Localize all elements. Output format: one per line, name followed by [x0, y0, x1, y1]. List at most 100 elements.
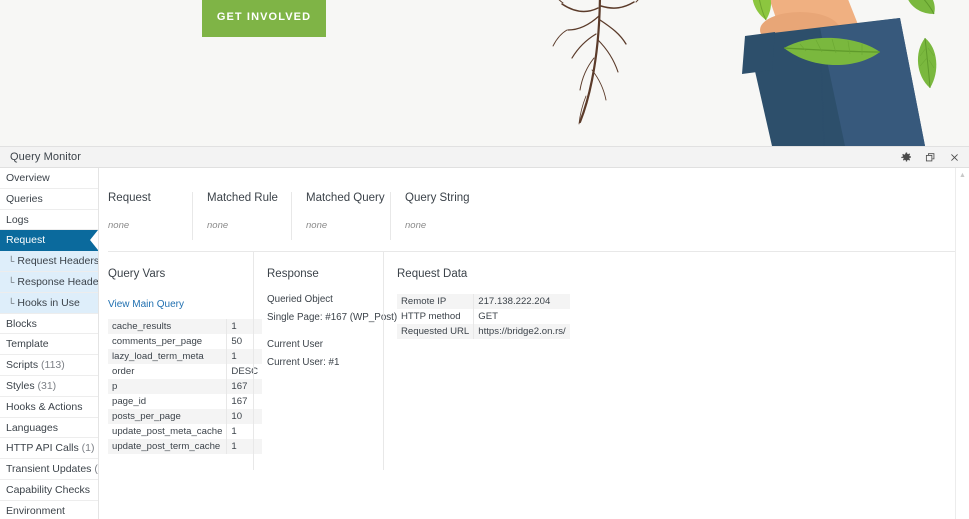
- table-cell-key: order: [108, 364, 228, 379]
- table-cell-key: cache_results: [108, 319, 228, 334]
- sidebar-item-blocks[interactable]: Blocks: [0, 314, 98, 335]
- table-row: Remote IP 217.138.222.204: [397, 294, 570, 309]
- illustration-hand-planting-seedling: [0, 0, 969, 146]
- summary-card-value: none: [306, 220, 328, 231]
- table-row: Requested URL https://bridge2.on.rs/: [397, 324, 570, 339]
- sidebar-item-http-api-calls[interactable]: HTTP API Calls (1): [0, 438, 98, 460]
- table-cell-key: update_post_meta_cache: [108, 424, 228, 439]
- summary-card: Query String none: [405, 192, 489, 240]
- sidebar-item-count: (1): [94, 463, 98, 476]
- summary-card: Matched Query none: [306, 192, 391, 240]
- sidebar-item-label: Styles: [6, 379, 35, 392]
- queried-object-label: Queried Object: [267, 294, 333, 305]
- table-row: update_post_term_cache 1: [108, 439, 263, 454]
- table-cell-key: lazy_load_term_meta: [108, 349, 228, 364]
- sidebar-item-environment[interactable]: Environment: [0, 501, 98, 519]
- summary-card-header: Query String: [405, 192, 470, 204]
- summary-card: Matched Rule none: [207, 192, 292, 240]
- table-cell-key: update_post_term_cache: [108, 439, 228, 454]
- sidebar-item-response-headers[interactable]: └Response Headers: [0, 271, 98, 293]
- table-cell-key: Requested URL: [397, 324, 475, 339]
- request-data-table: Remote IP 217.138.222.204 HTTP method GET Re…: [397, 294, 570, 339]
- content-scrollbar[interactable]: ▲: [955, 168, 969, 519]
- sidebar-item-label: Hooks in Use: [17, 296, 80, 309]
- summary-card-value: none: [405, 220, 427, 231]
- sidebar-item-label: Overview: [6, 172, 50, 184]
- sidebar-item-capability-checks[interactable]: Capability Checks: [0, 480, 98, 501]
- sidebar-item-count: (113): [38, 359, 65, 372]
- table-cell-key: page_id: [108, 394, 228, 409]
- request-data-column: Request Data Remote IP 217.138.222.204 HTT…: [384, 268, 570, 470]
- sidebar-item-languages[interactable]: Languages: [0, 418, 98, 439]
- response-spacer: [267, 330, 370, 339]
- sidebar-item-label: Response Headers: [17, 275, 98, 288]
- view-main-query-link[interactable]: View Main Query: [108, 299, 184, 310]
- query-monitor-sidebar: Overview Queries Logs Request └ Request Heade…: [0, 168, 99, 519]
- table-row: cache_results 1: [108, 319, 263, 334]
- response-column: Response Queried Object Single Page: #16…: [254, 252, 398, 470]
- tree-branch-icon: └: [8, 256, 15, 267]
- active-item-arrow-icon: [90, 230, 98, 251]
- sidebar-item-scripts[interactable]: Scripts (113): [0, 355, 98, 376]
- current-user-value: Current User: #1: [267, 357, 340, 368]
- table-cell-key: HTTP method: [397, 309, 475, 324]
- table-cell-value: 217.138.222.204: [473, 294, 570, 309]
- sidebar-item-queries[interactable]: Queries: [0, 189, 98, 210]
- query-vars-table: cache_results 1 comments_per_page 50 lazy_lo…: [108, 319, 263, 454]
- table-cell-key: p: [108, 379, 228, 394]
- gear-icon[interactable]: [895, 148, 917, 166]
- table-row: lazy_load_term_meta 1: [108, 349, 263, 364]
- sidebar-item-label: Logs: [6, 213, 29, 226]
- sidebar-item-label: Transient Updates: [6, 463, 92, 476]
- request-detail-columns: Query Vars View Main Query cache_results…: [99, 252, 969, 470]
- sidebar-item-label: Languages: [6, 421, 58, 434]
- summary-card-header: Matched Query: [306, 192, 385, 204]
- get-involved-button[interactable]: GET INVOLVED: [202, 0, 326, 37]
- current-user-label: Current User: [267, 339, 324, 350]
- sidebar-item-label: Template: [6, 338, 49, 351]
- summary-card-header: Request: [108, 192, 151, 204]
- sidebar-item-overview[interactable]: Overview: [0, 168, 98, 189]
- sidebar-item-count: (1): [78, 442, 95, 455]
- query-monitor-titlebar: Query Monitor: [0, 147, 969, 168]
- sidebar-item-styles[interactable]: Styles (31): [0, 376, 98, 397]
- tree-branch-icon: └: [8, 297, 15, 308]
- sidebar-item-request-headers[interactable]: └ Request Headers: [0, 251, 98, 272]
- table-row: order DESC: [108, 364, 263, 379]
- sidebar-item-label: Scripts: [6, 359, 39, 372]
- table-cell-key: posts_per_page: [108, 409, 228, 424]
- sidebar-item-logs[interactable]: Logs: [0, 210, 98, 231]
- sidebar-item-transient-updates[interactable]: Transient Updates (1): [0, 459, 98, 480]
- restore-window-icon[interactable]: [919, 148, 941, 166]
- sidebar-item-label: Request Headers: [17, 255, 98, 268]
- sidebar-item-template[interactable]: Template: [0, 334, 98, 356]
- sidebar-item-request[interactable]: Request: [0, 230, 98, 252]
- request-data-header: Request Data: [397, 268, 468, 280]
- query-vars-column: Query Vars View Main Query cache_results…: [108, 252, 263, 470]
- sidebar-item-hooks-in-use[interactable]: └ Hooks in Use: [0, 292, 98, 314]
- summary-card-header: Matched Rule: [207, 192, 278, 204]
- sidebar-item-count: (31): [34, 379, 57, 392]
- sidebar-item-label: Blocks: [6, 317, 37, 330]
- tree-branch-icon: └: [8, 276, 15, 287]
- table-row: page_id 167: [108, 394, 263, 409]
- response-header: Response: [267, 268, 319, 280]
- queried-object-value: Single Page: #167 (WP_Post): [267, 312, 398, 323]
- content-scroll-up-icon[interactable]: ▲: [956, 168, 969, 182]
- table-row: comments_per_page 50: [108, 334, 263, 349]
- website-background: GET INVOLVED: [0, 0, 969, 146]
- query-monitor-panel: Query Monitor Overview Queries Logs Requ…: [0, 146, 969, 519]
- table-row: posts_per_page 10: [108, 409, 263, 424]
- sidebar-item-hooks-actions[interactable]: Hooks & Actions: [0, 397, 98, 418]
- window-controls: [895, 147, 965, 167]
- summary-card: Request none: [108, 192, 193, 240]
- request-summary-cards: Request none Matched Rule none Matched Query…: [99, 168, 969, 240]
- sidebar-item-label: Capability Checks: [6, 483, 91, 496]
- close-icon[interactable]: [943, 148, 965, 166]
- table-row: p 167: [108, 379, 263, 394]
- sidebar-item-label: HTTP API Calls: [6, 442, 79, 455]
- summary-card-value: none: [207, 220, 229, 231]
- table-row: HTTP method GET: [397, 309, 570, 324]
- query-monitor-body: Overview Queries Logs Request └ Request Heade…: [0, 168, 969, 519]
- table-row: update_post_meta_cache 1: [108, 424, 263, 439]
